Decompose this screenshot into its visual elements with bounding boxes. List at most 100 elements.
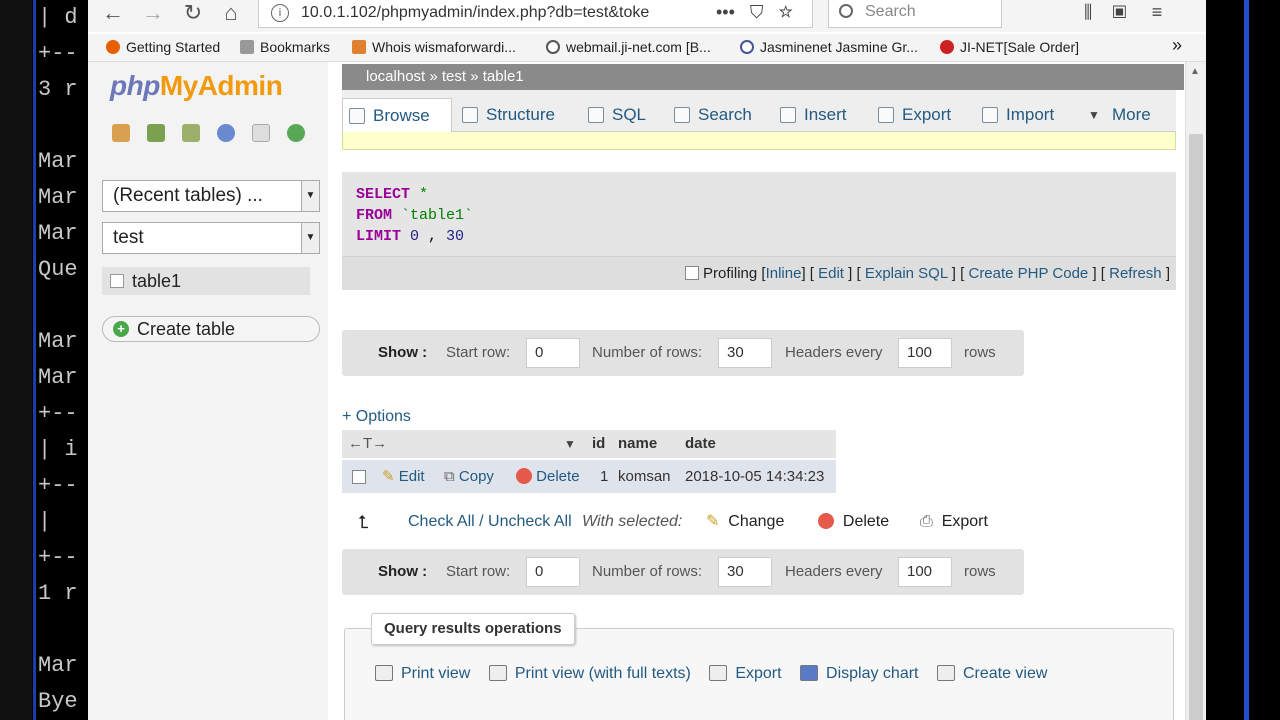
tab-insert[interactable]: Insert — [774, 98, 847, 132]
breadcrumb-table[interactable]: table1 — [483, 68, 524, 85]
start-row-input[interactable]: 0 — [526, 557, 580, 587]
bookmark-getting-started[interactable]: Getting Started — [106, 39, 220, 55]
delete-button[interactable]: Delete — [818, 504, 889, 540]
phpmyadmin-logo[interactable]: phpMyAdmin — [110, 70, 283, 102]
print-view-full-link[interactable]: Print view (with full texts) — [488, 665, 691, 682]
browser-window: ← → ↻ ⌂ i 10.0.1.102/phpmyadmin/index.ph… — [88, 0, 1206, 720]
chart-icon — [800, 665, 819, 681]
globe-icon — [546, 40, 560, 54]
create-php-link[interactable]: Create PHP Code — [968, 265, 1088, 282]
view-icon — [936, 665, 955, 681]
print-view-link[interactable]: Print view — [375, 665, 470, 682]
refresh-icon[interactable] — [287, 124, 305, 142]
info-icon[interactable]: i — [271, 4, 289, 22]
profiling-checkbox[interactable] — [685, 266, 700, 280]
check-all-link[interactable]: Check All / Uncheck All — [408, 504, 572, 540]
cell-date[interactable]: 2018-10-05 14:34:23 — [685, 460, 824, 493]
back-icon[interactable]: ← — [98, 0, 128, 28]
column-header-name[interactable]: name — [618, 430, 657, 458]
export-button[interactable]: ⎙ Export — [920, 504, 988, 540]
results-table: ←T→ ▼ id name date ✎ Edit ⧉ Copy Delete … — [342, 430, 836, 494]
search-input[interactable]: Search — [828, 0, 1002, 28]
tab-sql[interactable]: SQL — [582, 98, 646, 132]
headers-every-input[interactable]: 100 — [898, 557, 952, 587]
navigation-form-top: Show : Start row: 0 Number of rows: 30 H… — [342, 330, 1024, 376]
database-select[interactable]: test ▼ — [102, 222, 320, 254]
column-resize-icon[interactable]: ←T→ — [348, 430, 387, 458]
options-toggle[interactable]: + Options — [342, 408, 411, 426]
create-table-button[interactable]: + Create table — [102, 316, 320, 342]
bookmark-webmail[interactable]: webmail.ji-net.com [B... — [546, 39, 711, 55]
terminal-line: Mar — [38, 329, 78, 354]
rows-label: rows — [964, 344, 996, 361]
terminal-line: 1 r — [38, 581, 78, 606]
firefox-icon — [106, 40, 120, 54]
show-button[interactable]: Show : — [378, 330, 427, 376]
plus-icon: + — [113, 321, 129, 337]
bookmark-jinet[interactable]: JI-NET[Sale Order] — [940, 39, 1079, 55]
display-chart-link[interactable]: Display chart — [800, 665, 919, 682]
scrollbar-thumb[interactable] — [1189, 134, 1203, 720]
edit-link[interactable]: Edit — [818, 265, 844, 282]
menu-icon[interactable]: ≡ — [1152, 2, 1163, 22]
create-view-link[interactable]: Create view — [936, 665, 1047, 682]
browse-icon — [349, 108, 365, 124]
table-tabs: Browse Structure SQL Search Insert Expor… — [342, 90, 1176, 132]
bookmark-jasminenet[interactable]: Jasminenet Jasmine Gr... — [740, 39, 918, 55]
breadcrumb-database[interactable]: test — [442, 68, 466, 85]
tab-more[interactable]: ▼ More — [1082, 98, 1151, 132]
with-selected-label: With selected: — [582, 513, 683, 530]
home-icon[interactable]: ⌂ — [216, 0, 246, 28]
cell-id[interactable]: 1 — [600, 460, 608, 493]
library-icon[interactable]: ⫼ — [1084, 2, 1092, 22]
tab-export[interactable]: Export — [872, 98, 951, 132]
column-header-date[interactable]: date — [685, 430, 716, 458]
forward-icon[interactable]: → — [138, 0, 168, 28]
home-icon[interactable] — [112, 124, 130, 142]
breadcrumb-server[interactable]: localhost — [366, 68, 425, 85]
pocket-icon[interactable]: ⛉ — [750, 2, 764, 22]
page-scrollbar[interactable]: ▲ — [1185, 62, 1206, 720]
cell-name[interactable]: komsan — [618, 460, 671, 493]
row-delete-link[interactable]: Delete — [516, 460, 580, 493]
change-button[interactable]: ✎ Change — [706, 504, 784, 540]
tab-browse[interactable]: Browse — [342, 98, 452, 132]
sql-query-icon[interactable] — [182, 124, 200, 142]
bookmark-bookmarks[interactable]: Bookmarks — [240, 39, 330, 55]
explain-sql-link[interactable]: Explain SQL — [865, 265, 948, 282]
refresh-link[interactable]: Refresh — [1109, 265, 1162, 282]
recent-tables-select[interactable]: (Recent tables) ... ▼ — [102, 180, 320, 212]
bookmark-whois[interactable]: Whois wismaforwardi... — [352, 39, 516, 55]
tab-import[interactable]: Import — [976, 98, 1054, 132]
column-header-id[interactable]: id — [592, 430, 605, 458]
row-copy-link[interactable]: ⧉ Copy — [444, 460, 494, 493]
num-rows-input[interactable]: 30 — [718, 338, 772, 368]
scroll-up-icon[interactable]: ▲ — [1190, 66, 1200, 77]
inline-link[interactable]: Inline — [766, 265, 802, 282]
query-operations-actions: Print view Print view (with full texts) … — [375, 665, 1061, 683]
terminal-line: Que — [38, 257, 78, 282]
copy-icon[interactable] — [252, 124, 270, 142]
terminal-line: Mar — [38, 149, 78, 174]
page-actions-icon[interactable]: ••• — [716, 2, 735, 22]
tab-search[interactable]: Search — [668, 98, 752, 132]
star-icon[interactable]: ☆ — [778, 2, 792, 22]
sidebar-icon[interactable]: ▣ — [1112, 2, 1126, 22]
row-checkbox[interactable] — [352, 470, 366, 484]
search-placeholder: Search — [865, 3, 916, 20]
logout-icon[interactable] — [147, 124, 165, 142]
docs-icon[interactable] — [217, 124, 235, 142]
reload-icon[interactable]: ↻ — [178, 0, 208, 28]
num-rows-input[interactable]: 30 — [718, 557, 772, 587]
query-results-operations: Query results operations Print view Prin… — [344, 613, 1174, 720]
sidebar-item-table1[interactable]: table1 — [102, 267, 310, 295]
terminal-window: | d +-- 3 r Mar Mar Mar Que Mar Mar +-- | i +-- | +--… — [0, 0, 88, 720]
sort-dropdown-icon[interactable]: ▼ — [564, 430, 576, 458]
row-edit-link[interactable]: ✎ Edit — [382, 460, 425, 493]
export-link[interactable]: Export — [709, 665, 782, 682]
tab-structure[interactable]: Structure — [456, 98, 555, 132]
show-button[interactable]: Show : — [378, 549, 427, 595]
headers-every-input[interactable]: 100 — [898, 338, 952, 368]
more-bookmarks-icon[interactable]: » — [1172, 35, 1182, 56]
start-row-input[interactable]: 0 — [526, 338, 580, 368]
